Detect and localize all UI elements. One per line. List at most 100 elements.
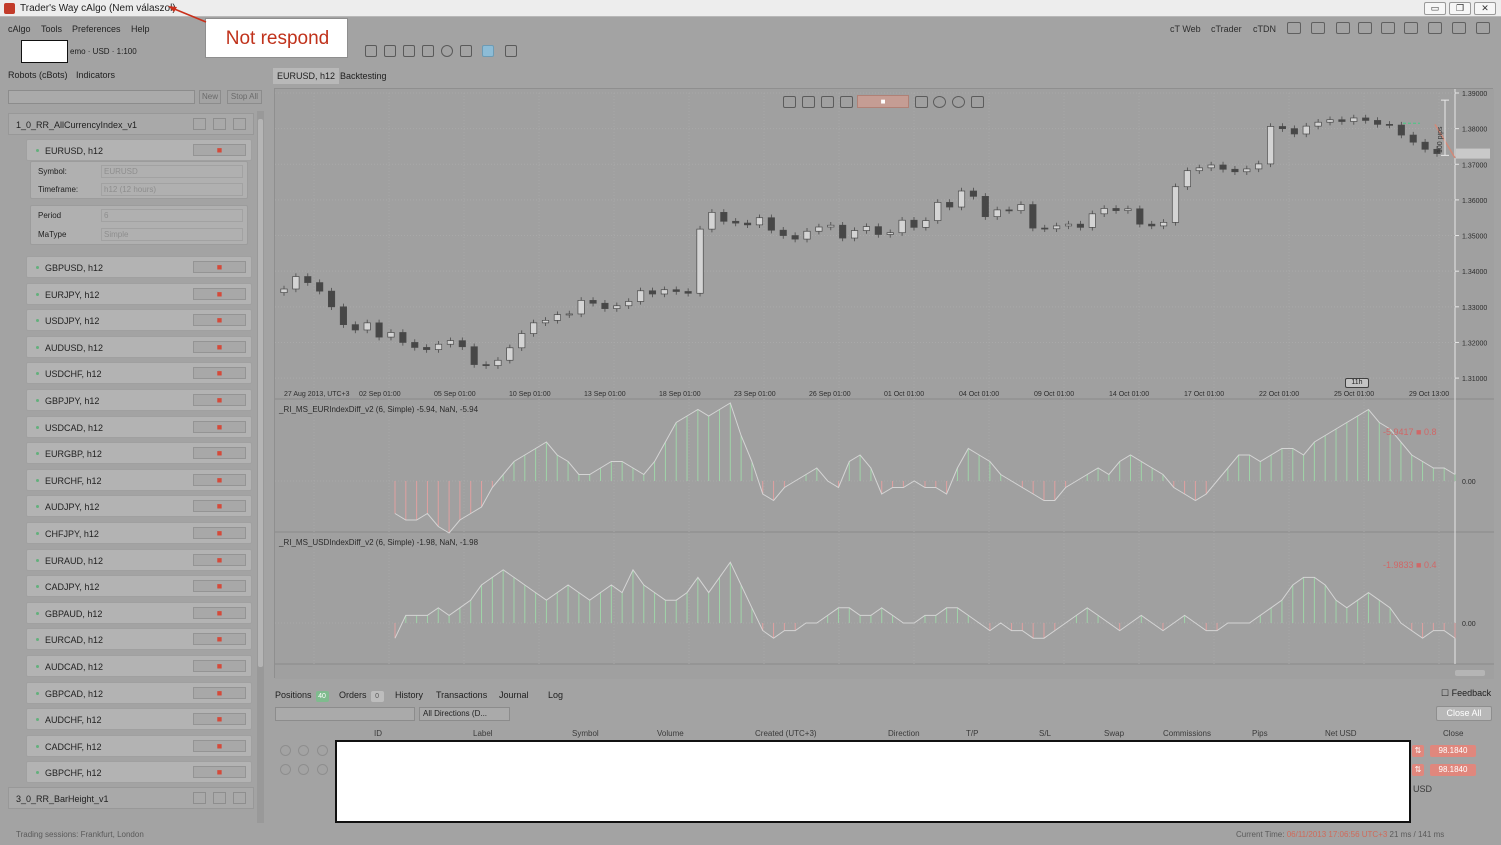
instance-row[interactable]: EURAUD, h12 ■ (26, 548, 252, 571)
positions-search-input[interactable] (275, 707, 415, 721)
stop-instance-button[interactable]: ■ (193, 340, 246, 353)
instance-row[interactable]: USDCAD, h12 ■ (26, 415, 252, 438)
instance-row[interactable]: AUDCAD, h12 ■ (26, 655, 252, 677)
shield-icon[interactable] (298, 745, 309, 756)
tab-chart-eurusd[interactable]: EURUSD, h12 (273, 68, 340, 84)
menu-tools[interactable]: Tools (41, 24, 62, 34)
stop-instance-button[interactable]: ■ (193, 660, 246, 672)
menu-preferences[interactable]: Preferences (72, 24, 121, 34)
double-arrow-icon[interactable]: ⇅ (1412, 764, 1424, 776)
tab-history[interactable]: History (395, 688, 423, 702)
tab-robots[interactable]: Robots (cBots) (8, 70, 68, 80)
column-sl[interactable]: S/L (1039, 729, 1051, 738)
tab-backtesting[interactable]: Backtesting (336, 68, 391, 84)
robot-list-scrollbar[interactable] (257, 111, 264, 823)
account-info[interactable]: emo · USD · 1:100 (70, 47, 137, 56)
column-volume[interactable]: Volume (657, 729, 684, 738)
video-icon[interactable] (1311, 22, 1325, 34)
matype-select[interactable]: Simple (101, 228, 243, 241)
stop-instance-button[interactable]: ■ (193, 527, 246, 539)
instance-row[interactable]: EURJPY, h12 ■ (26, 282, 252, 305)
tab-indicators[interactable]: Indicators (76, 70, 115, 80)
menu-help[interactable]: Help (131, 24, 150, 34)
direction-filter-select[interactable]: All Directions (D... (419, 707, 510, 721)
instance-row[interactable]: EURGBP, h12 ■ (26, 442, 252, 465)
hand-icon[interactable] (1358, 22, 1372, 34)
ctdn-link[interactable]: cTDN (1253, 24, 1276, 34)
column-close[interactable]: Close (1443, 729, 1463, 738)
list-icon[interactable] (915, 96, 928, 108)
stop-instance-button[interactable]: ■ (193, 261, 246, 273)
stop-instance-button[interactable]: ■ (193, 633, 246, 646)
stop-instance-button[interactable]: ■ (193, 447, 246, 460)
stop-instance-button[interactable]: ■ (193, 766, 246, 779)
gear-icon[interactable] (317, 764, 328, 775)
pencil-icon[interactable] (365, 45, 377, 57)
close-position-button[interactable]: 98.1840 (1430, 764, 1476, 776)
stop-instance-button[interactable]: ■ (193, 420, 246, 433)
instance-row[interactable]: GBPUSD, h12 ■ (26, 256, 252, 278)
robot-group-header[interactable]: 3_0_RR_BarHeight_v1 (8, 787, 254, 809)
gear-icon[interactable] (317, 745, 328, 756)
notes-icon[interactable] (1287, 22, 1301, 34)
info-icon[interactable] (933, 96, 946, 108)
instance-row[interactable]: CADCHF, h12 ■ (26, 734, 252, 757)
candles-icon[interactable] (840, 96, 853, 108)
column-net-usd[interactable]: Net USD (1325, 729, 1357, 738)
cloud-icon[interactable] (1336, 22, 1350, 34)
chart-scrollbar[interactable] (1455, 670, 1485, 676)
color-picker-icon[interactable] (482, 45, 494, 57)
chart-stop-button[interactable]: ■ (857, 95, 909, 108)
new-robot-button[interactable]: New (199, 90, 221, 104)
people-icon[interactable] (971, 96, 984, 108)
theme-icon[interactable] (952, 96, 965, 108)
period-stepper[interactable]: 6 (101, 209, 243, 222)
more-icon[interactable] (233, 792, 246, 804)
column-label[interactable]: Label (473, 729, 493, 738)
instance-row[interactable]: CADJPY, h12 ■ (26, 575, 252, 598)
column-symbol[interactable]: Symbol (572, 729, 599, 738)
tab-positions[interactable]: Positions 40 (275, 688, 329, 702)
ct-web-link[interactable]: cT Web (1170, 24, 1201, 34)
restore-button[interactable]: ❐ (1449, 2, 1471, 15)
tab-journal[interactable]: Journal (499, 688, 529, 702)
feedback-button[interactable]: ☐ Feedback (1441, 688, 1491, 699)
menu-calgo[interactable]: cAlgo (8, 24, 31, 34)
column-commissions[interactable]: Commissions (1163, 729, 1211, 738)
timeframe-select[interactable]: h12 (12 hours) (101, 183, 243, 196)
zoom-icon[interactable] (783, 96, 796, 108)
stop-instance-button[interactable]: ■ (193, 713, 246, 726)
brush-icon[interactable] (384, 45, 396, 57)
fullscreen-icon[interactable] (1476, 22, 1490, 34)
stop-instance-button[interactable]: ■ (193, 394, 246, 406)
instance-row[interactable]: GBPCHF, h12 ■ (26, 761, 252, 784)
instance-row[interactable]: CHFJPY, h12 ■ (26, 522, 252, 544)
shield-icon[interactable] (298, 764, 309, 775)
tab-log[interactable]: Log (548, 688, 563, 702)
keyboard-icon[interactable] (1428, 22, 1442, 34)
close-position-button[interactable]: 98.1840 (1430, 745, 1476, 757)
ellipse-icon[interactable] (441, 45, 453, 57)
info-icon[interactable] (280, 764, 291, 775)
double-arrow-icon[interactable]: ⇅ (1412, 745, 1424, 757)
close-all-button[interactable]: Close All (1436, 706, 1492, 721)
text-icon[interactable] (460, 45, 472, 57)
column-pips[interactable]: Pips (1252, 729, 1268, 738)
rectangle-icon[interactable] (422, 45, 434, 57)
column-id[interactable]: ID (374, 729, 382, 738)
more-icon[interactable] (233, 118, 246, 130)
stop-instance-button[interactable]: ■ (193, 287, 246, 300)
robot-group-header[interactable]: 1_0_RR_AllCurrencyIndex_v1 (8, 113, 254, 135)
ctrader-link[interactable]: cTrader (1211, 24, 1242, 34)
instance-row[interactable]: GBPJPY, h12 ■ (26, 389, 252, 411)
column-created[interactable]: Created (UTC+3) (755, 729, 817, 738)
instance-row[interactable]: EURCHF, h12 ■ (26, 468, 252, 491)
stop-all-button[interactable]: Stop All (227, 90, 262, 104)
chart-area[interactable]: 1.39000 1.38000 1.37000 1.36000 1.35000 1.340… (274, 88, 1494, 679)
instance-row[interactable]: GBPAUD, h12 ■ (26, 601, 252, 624)
chevron-down-icon[interactable] (193, 118, 206, 130)
chart-settings-icon[interactable] (802, 96, 815, 108)
instance-row-eurusd[interactable]: EURUSD, h12 ■ (26, 139, 252, 161)
instance-row[interactable]: USDCHF, h12 ■ (26, 362, 252, 385)
stop-instance-button[interactable]: ■ (193, 686, 246, 699)
